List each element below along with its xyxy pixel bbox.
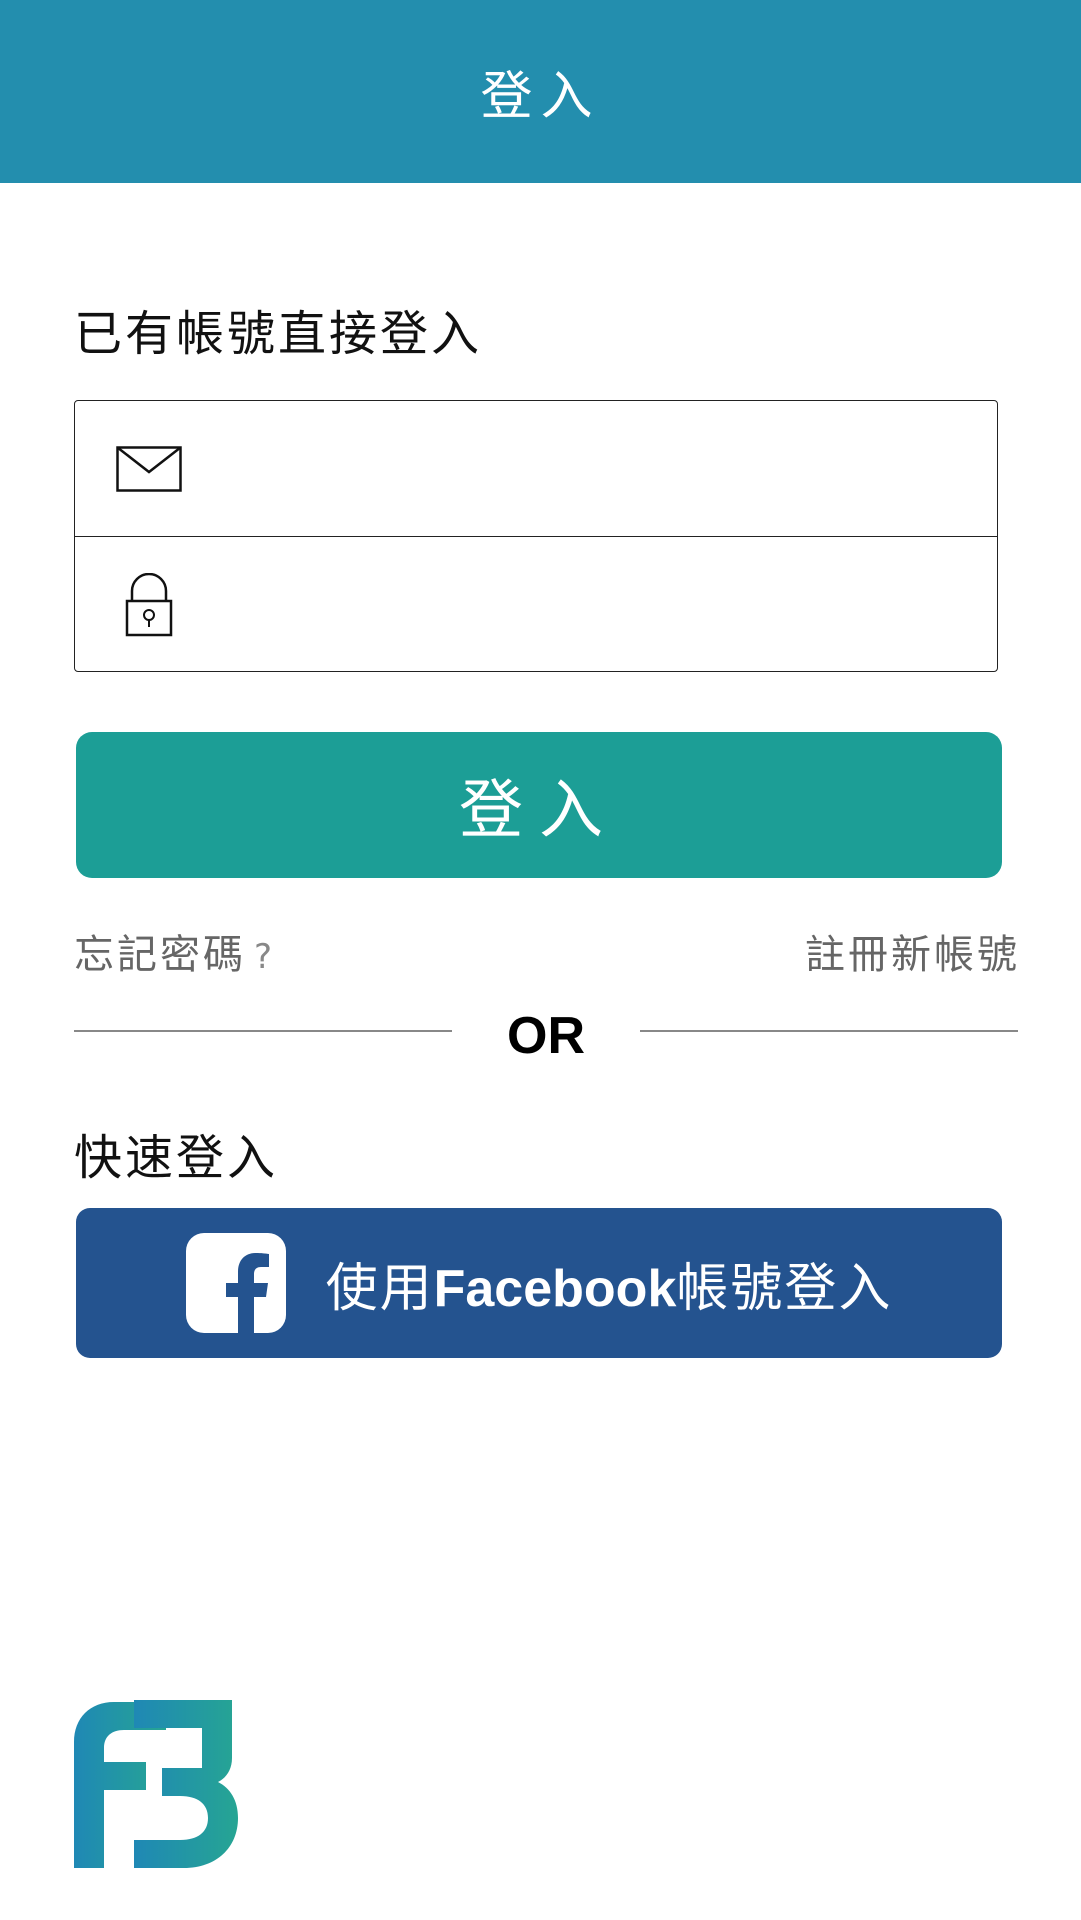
lock-icon — [113, 569, 185, 641]
login-section-heading: 已有帳號直接登入 — [74, 306, 483, 362]
facebook-login-label: 使用Facebook帳號登入 — [326, 1246, 893, 1321]
fb-word: Facebook — [433, 1259, 677, 1318]
login-form — [74, 400, 998, 672]
login-button[interactable]: 登入 — [76, 732, 1002, 878]
login-page: 登入 已有帳號直接登入 登入 忘記密碼 ? 註冊新帳號 OR 快速登入 使用Fa… — [0, 0, 1081, 1920]
or-divider-text: OR — [507, 1007, 585, 1065]
facebook-icon — [185, 1233, 286, 1333]
page-title: 登入 — [480, 67, 601, 127]
password-row — [75, 537, 997, 673]
question-mark: ? — [254, 937, 276, 977]
forgot-password-link[interactable]: 忘記密碼? — [74, 922, 275, 980]
email-field[interactable] — [215, 427, 973, 510]
fb-suffix: 帳號登入 — [676, 1258, 893, 1319]
facebook-login-button[interactable]: 使用Facebook帳號登入 — [76, 1208, 1002, 1358]
forgot-password-label: 忘記密碼 — [74, 932, 246, 978]
fb-prefix: 使用 — [325, 1258, 434, 1319]
quick-login-heading: 快速登入 — [74, 1130, 279, 1186]
divider-right — [640, 1030, 1018, 1032]
envelope-icon — [113, 433, 185, 505]
register-link[interactable]: 註冊新帳號 — [805, 922, 1020, 980]
email-row — [75, 401, 997, 537]
header-bar: 登入 — [0, 0, 1081, 183]
password-field[interactable] — [215, 564, 973, 646]
divider-left — [74, 1030, 452, 1032]
fubon-logo-icon — [74, 1700, 238, 1870]
